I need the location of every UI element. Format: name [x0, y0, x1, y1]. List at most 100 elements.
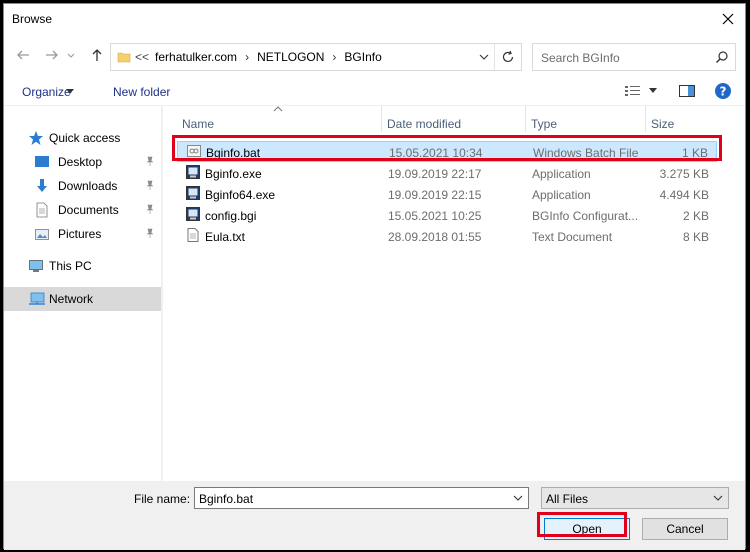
- file-row[interactable]: Bginfo64.exe 19.09.2019 22:15 Applicatio…: [177, 184, 717, 205]
- nav-item-label: Downloads: [58, 179, 118, 193]
- breadcrumb-separator-icon[interactable]: ›: [245, 50, 249, 64]
- pin-icon[interactable]: [145, 156, 155, 166]
- file-row[interactable]: Bginfo.bat 15.05.2021 10:34 Windows Batc…: [177, 141, 717, 162]
- file-type-dropdown-icon[interactable]: [713, 494, 723, 502]
- batch-file-icon: [187, 145, 201, 157]
- application-icon: [186, 186, 200, 200]
- file-date: 15.05.2021 10:34: [389, 146, 483, 160]
- view-options-icon[interactable]: [624, 83, 642, 99]
- organize-button[interactable]: Organize: [22, 85, 71, 99]
- bginfo-config-icon: [186, 207, 200, 221]
- column-header-type[interactable]: Type: [526, 106, 646, 132]
- nav-item-pictures[interactable]: Pictures: [4, 223, 161, 245]
- nav-item-documents[interactable]: Documents: [4, 199, 161, 221]
- file-name: config.bgi: [205, 209, 257, 223]
- address-bar[interactable]: << ferhatulker.com › NETLOGON › BGInfo: [110, 43, 522, 71]
- open-button[interactable]: Open: [544, 518, 630, 540]
- desktop-icon: [35, 156, 49, 167]
- breadcrumb-item[interactable]: ferhatulker.com: [155, 50, 237, 64]
- nav-item-this-pc[interactable]: This PC: [4, 255, 161, 277]
- file-name-input[interactable]: Bginfo.bat: [194, 487, 529, 509]
- file-type: BGInfo Configurat...: [532, 209, 639, 223]
- browse-dialog: Browse << ferhatulker.com › NETLOGON › B…: [3, 3, 746, 550]
- column-header-date-modified[interactable]: Date modified: [382, 106, 526, 132]
- file-type: Application: [532, 188, 591, 202]
- file-date: 28.09.2018 01:55: [388, 230, 482, 244]
- file-size: 2 KB: [682, 209, 709, 223]
- pictures-icon: [35, 229, 49, 240]
- file-row[interactable]: config.bgi 15.05.2021 10:25 BGInfo Confi…: [177, 205, 717, 226]
- help-icon[interactable]: ?: [714, 82, 732, 100]
- file-type-filter[interactable]: All Files: [541, 487, 729, 509]
- file-type-filter-value: All Files: [546, 492, 589, 506]
- application-icon: [186, 165, 200, 179]
- computer-icon: [29, 260, 43, 272]
- documents-icon: [36, 202, 48, 218]
- back-arrow-icon[interactable]: [14, 46, 32, 64]
- column-header-size[interactable]: Size: [646, 106, 721, 132]
- file-row[interactable]: Bginfo.exe 19.09.2019 22:17 Application …: [177, 163, 717, 184]
- new-folder-button[interactable]: New folder: [113, 85, 170, 99]
- file-size: 4.494 KB: [659, 188, 709, 202]
- nav-item-quick-access[interactable]: Quick access: [4, 127, 161, 149]
- preview-pane-icon[interactable]: [678, 83, 696, 99]
- window-title: Browse: [12, 12, 53, 26]
- pin-icon[interactable]: [145, 228, 155, 238]
- nav-item-desktop[interactable]: Desktop: [4, 151, 161, 173]
- file-size: 3.275 KB: [659, 167, 709, 181]
- file-size: 8 KB: [682, 230, 709, 244]
- file-name: Bginfo64.exe: [205, 188, 276, 202]
- nav-item-label: Pictures: [58, 227, 102, 241]
- breadcrumb-item[interactable]: BGInfo: [344, 50, 381, 64]
- dialog-footer: File name: Bginfo.bat All Files Open Can…: [4, 481, 745, 550]
- column-header-name[interactable]: Name: [177, 106, 382, 132]
- refresh-icon[interactable]: [501, 50, 515, 64]
- forward-arrow-icon[interactable]: [43, 46, 61, 64]
- command-toolbar: Organize New folder ?: [4, 78, 745, 106]
- address-dropdown-icon[interactable]: [479, 52, 489, 62]
- navigation-pane: Quick access Desktop Downloads Documents…: [4, 106, 161, 481]
- nav-item-label: Documents: [58, 203, 119, 217]
- search-box[interactable]: Search BGInfo: [532, 43, 736, 71]
- breadcrumb-separator-icon[interactable]: ›: [332, 50, 336, 64]
- up-arrow-icon[interactable]: [88, 46, 106, 64]
- title-bar: Browse: [4, 4, 745, 34]
- navigation-row: << ferhatulker.com › NETLOGON › BGInfo S…: [4, 34, 745, 78]
- star-icon: [29, 131, 43, 145]
- breadcrumb: << ferhatulker.com › NETLOGON › BGInfo: [135, 50, 382, 64]
- breadcrumb-item[interactable]: NETLOGON: [257, 50, 324, 64]
- nav-item-label: Desktop: [58, 155, 103, 169]
- column-header-label: Type: [531, 117, 558, 131]
- download-icon: [37, 179, 47, 192]
- cancel-button[interactable]: Cancel: [642, 518, 728, 540]
- file-name-dropdown-icon[interactable]: [513, 494, 523, 502]
- file-size: 1 KB: [681, 146, 708, 160]
- column-header-label: Size: [651, 117, 675, 131]
- address-divider: [494, 44, 495, 70]
- nav-item-downloads[interactable]: Downloads: [4, 175, 161, 197]
- file-date: 15.05.2021 10:25: [388, 209, 482, 223]
- file-row[interactable]: Eula.txt 28.09.2018 01:55 Text Document …: [177, 226, 717, 247]
- file-name: Bginfo.bat: [206, 146, 261, 160]
- nav-item-label: Network: [49, 292, 94, 306]
- file-date: 19.09.2019 22:17: [388, 167, 482, 181]
- file-date: 19.09.2019 22:15: [388, 188, 482, 202]
- pin-icon[interactable]: [145, 180, 155, 190]
- file-name-label: File name:: [134, 492, 191, 506]
- file-name-value: Bginfo.bat: [199, 492, 254, 506]
- recent-locations-chevron-icon[interactable]: [66, 46, 76, 64]
- search-icon[interactable]: [715, 50, 729, 64]
- folder-icon: [117, 52, 131, 63]
- pin-icon[interactable]: [145, 204, 155, 214]
- nav-item-network[interactable]: Network: [4, 287, 161, 311]
- close-icon[interactable]: [719, 10, 737, 28]
- breadcrumb-overflow[interactable]: <<: [135, 50, 149, 64]
- file-type: Text Document: [532, 230, 613, 244]
- search-input[interactable]: Search BGInfo: [541, 51, 620, 65]
- sort-ascending-icon: [273, 106, 283, 112]
- file-name: Bginfo.exe: [205, 167, 262, 181]
- organize-chevron-icon[interactable]: [66, 89, 74, 95]
- nav-item-label: This PC: [49, 259, 92, 273]
- text-file-icon: [187, 228, 199, 242]
- view-chevron-icon[interactable]: [649, 88, 657, 94]
